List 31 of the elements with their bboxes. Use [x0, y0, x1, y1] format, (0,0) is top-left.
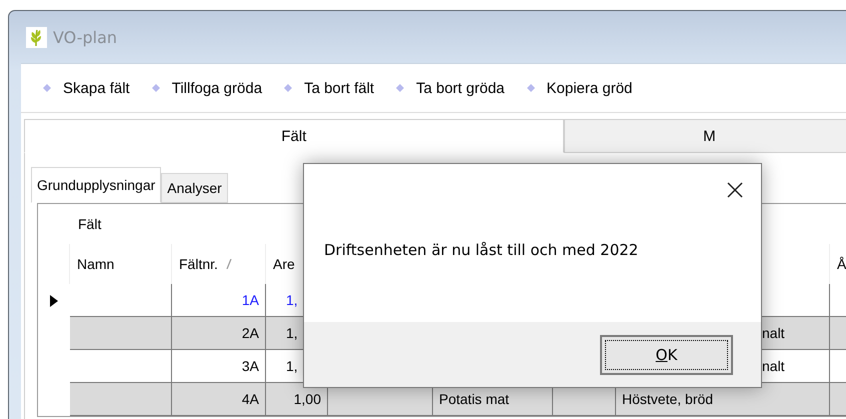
diamond-icon — [526, 84, 534, 92]
tab[interactable]: Analyser — [161, 173, 228, 203]
column-header[interactable]: Fältnr. — [172, 244, 266, 284]
toolbar-button[interactable]: Ta bort fält — [284, 80, 374, 96]
diamond-icon — [152, 84, 160, 92]
tab[interactable]: Grundupplysningar — [31, 167, 162, 203]
toolbar-button[interactable]: Kopiera gröd — [526, 80, 632, 96]
tab[interactable]: M — [564, 119, 846, 153]
toolbar-button[interactable]: Skapa fält — [43, 80, 130, 96]
ok-button[interactable]: OK — [600, 334, 733, 374]
column-label: Fältnr. — [179, 256, 218, 272]
close-icon[interactable] — [727, 182, 743, 198]
tab[interactable]: Fält — [24, 119, 564, 153]
toolbar-button[interactable]: Tillfoga gröda — [152, 80, 262, 96]
table-cell: 4A — [172, 383, 266, 416]
current-row-icon — [50, 294, 58, 306]
diamond-icon — [43, 84, 51, 92]
table-cell: 2A — [172, 317, 266, 350]
diamond-icon — [396, 84, 404, 92]
column-header[interactable]: Namn — [70, 244, 172, 284]
app-icon — [26, 26, 47, 48]
column-label: Namn — [77, 256, 114, 272]
column-label: Are — [273, 256, 295, 272]
group-header: Fält — [78, 216, 102, 232]
column-label: Å — [837, 256, 846, 272]
sort-icon — [226, 259, 232, 269]
window-title: VO-plan — [53, 28, 118, 46]
toolbar-button[interactable]: Ta bort gröda — [396, 80, 504, 96]
diamond-icon — [284, 84, 292, 92]
table-cell: 1,00 — [266, 383, 328, 416]
column-header[interactable]: Å — [830, 244, 846, 284]
